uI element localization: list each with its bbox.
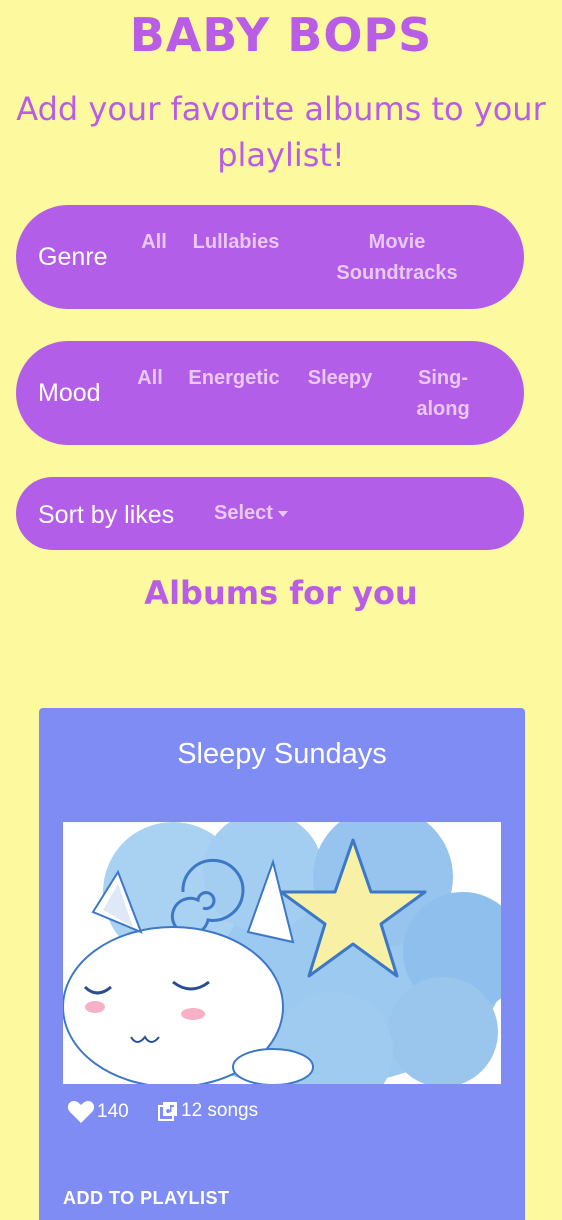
mood-option-sleepy[interactable]: Sleepy [300, 363, 380, 394]
album-cover-image [63, 822, 501, 1084]
mood-option-sing-along[interactable]: Sing-along [408, 363, 478, 425]
likes-count[interactable]: 140 [67, 1100, 129, 1124]
genre-option-lullabies[interactable]: Lullabies [186, 227, 286, 258]
mood-filter-bar: Mood All Energetic Sleepy Sing-along [16, 341, 524, 445]
add-to-playlist-button[interactable]: ADD TO PLAYLIST [63, 1188, 230, 1209]
songs-value: 12 songs [181, 1100, 259, 1121]
sort-bar: Sort by likes Select [16, 477, 524, 550]
heart-icon [67, 1101, 95, 1123]
music-library-icon [158, 1102, 177, 1121]
app-title: BABY BOPS [129, 8, 433, 62]
genre-filter-bar: Genre All Lullabies Movie Soundtracks [16, 205, 524, 309]
album-title: Sleepy Sundays [177, 738, 387, 770]
section-title: Albums for you [144, 574, 418, 612]
mood-option-energetic[interactable]: Energetic [182, 363, 286, 394]
caret-down-icon [277, 510, 288, 517]
album-card: Sleepy Sundays 140 12 songs ADD TO PLAYL… [39, 708, 525, 1220]
mood-label: Mood [38, 379, 101, 407]
songs-count: 12 songs [157, 1100, 258, 1122]
likes-value: 140 [97, 1101, 129, 1122]
page-subtitle: Add your favorite albums to your playlis… [16, 90, 546, 174]
sort-select[interactable]: Select [214, 498, 289, 529]
mood-option-all[interactable]: All [130, 363, 170, 394]
genre-option-all[interactable]: All [134, 227, 174, 258]
sleeping-sheep-illustration [63, 822, 501, 1084]
genre-option-movie-soundtracks[interactable]: Movie Soundtracks [322, 227, 472, 289]
sort-label: Sort by likes [38, 501, 175, 529]
sort-select-value: Select [214, 502, 273, 524]
genre-label: Genre [38, 243, 108, 271]
